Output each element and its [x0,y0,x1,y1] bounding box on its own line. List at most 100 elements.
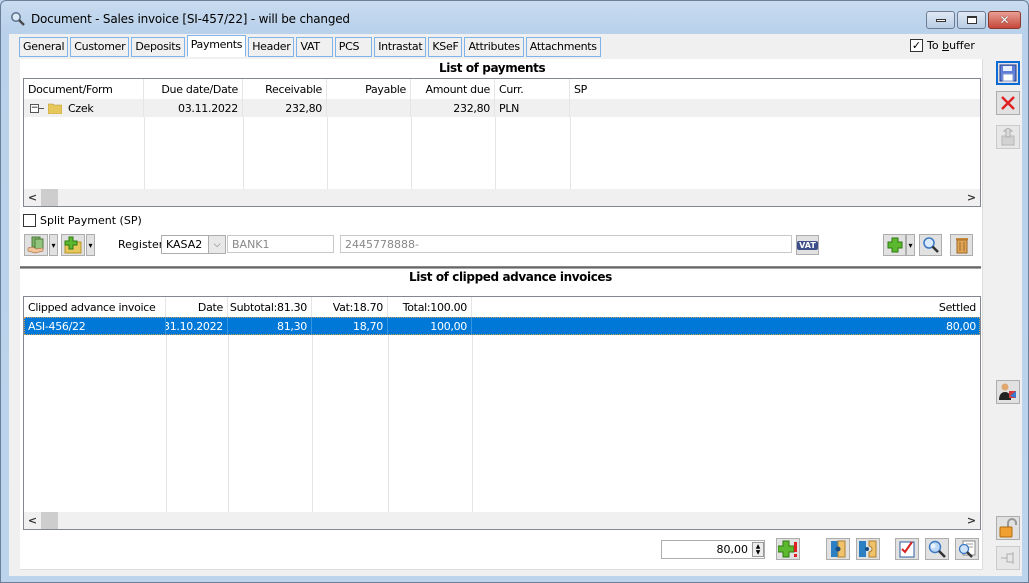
payment-row[interactable]: − Czek 03.11.2022 232,80 232,80 PLN [24,99,980,117]
preview-button[interactable] [919,234,942,256]
detach-document-icon [859,540,877,558]
payment-amount-due: 232,80 [411,99,495,117]
spinner-icon[interactable]: ▲ ▼ [752,542,764,557]
settle-amount-value: 80,00 [716,543,749,556]
save-icon [999,64,1017,82]
scroll-right-icon[interactable]: > [963,512,980,529]
tab-customer[interactable]: Customer [70,37,130,57]
plus-exclamation-icon [778,540,797,558]
col-currency[interactable]: Curr. [495,79,570,99]
cancel-button[interactable] [996,91,1020,115]
export-button[interactable] [996,125,1020,149]
col-sp[interactable]: SP [570,79,980,99]
col-due-date[interactable]: Due date/Date [144,79,243,99]
tab-ksef[interactable]: KSeF [428,37,463,57]
advance-vat: 18,70 [312,317,388,335]
to-buffer-label: To buffer [927,39,975,52]
payment-currency: PLN [495,99,570,117]
col-subtotal[interactable]: Subtotal:81.30 [228,297,312,317]
confirm-button[interactable] [895,538,919,560]
window-client: General Customer Deposits Payments Heade… [9,34,1022,576]
grid-empty-area [24,117,980,189]
attach-document-icon [831,540,846,558]
section-divider [20,266,981,269]
col-document-form[interactable]: Document/Form [24,79,144,99]
unclip-advance-button[interactable] [856,538,880,560]
pin-button[interactable] [996,546,1020,570]
vat-button[interactable]: VAT [796,235,819,255]
add-with-alert-button[interactable] [776,538,800,560]
tab-attributes[interactable]: Attributes [464,37,524,57]
tab-pcs[interactable]: PCS [334,37,373,57]
search-button[interactable] [925,538,949,560]
unlock-button[interactable] [996,516,1020,540]
payment-method-button[interactable] [24,234,48,256]
tab-attachments[interactable]: Attachments [525,37,601,57]
settle-amount-input[interactable]: 80,00 ▲ ▼ [661,540,765,559]
tab-general[interactable]: General [19,37,69,57]
account-number-field[interactable]: 2445778888- [340,235,792,253]
chevron-down-icon[interactable]: ⌵ [208,236,225,253]
bank-field[interactable]: BANK1 [227,235,334,253]
col-amount-due[interactable]: Amount due [411,79,495,99]
minimize-button[interactable] [926,11,955,29]
tab-vat[interactable]: VAT [296,37,333,57]
tab-payments[interactable]: Payments [186,35,247,57]
pin-icon [1001,552,1014,564]
scroll-left-icon[interactable]: < [24,512,41,529]
col-receivable[interactable]: Receivable [243,79,327,99]
window-title: Document - Sales invoice [SI-457/22] - w… [31,12,350,26]
advances-grid: Clipped advance invoice Date Subtotal:81… [23,296,981,530]
document-search-icon [958,540,976,558]
col-date[interactable]: Date [166,297,228,317]
double-magnifier-icon [928,540,946,558]
payments-header: Document/Form Due date/Date Receivable P… [24,79,980,99]
scroll-right-icon[interactable]: > [963,189,980,206]
add-payment-button[interactable] [61,234,85,256]
magnifier-icon [922,237,939,253]
delete-button[interactable] [950,234,973,256]
scroll-thumb[interactable] [41,189,58,206]
payments-hscrollbar[interactable]: < > [24,189,980,206]
col-clipped-advance-invoice[interactable]: Clipped advance invoice [24,297,166,317]
scroll-left-icon[interactable]: < [24,189,41,206]
register-select[interactable]: KASA2 ⌵ [161,235,226,254]
payment-method-dropdown[interactable]: ▾ [49,234,58,256]
split-payment-checkbox[interactable]: Split Payment (SP) [23,214,142,227]
payment-form: Czek [68,101,94,115]
scroll-thumb[interactable] [41,512,58,529]
col-payable[interactable]: Payable [327,79,411,99]
advance-subtotal: 81,30 [228,317,312,335]
advance-invoice: ASI-456/22 [24,317,166,335]
close-button[interactable]: ✕ [988,11,1021,29]
advance-row[interactable]: ASI-456/22 31.10.2022 81,30 18,70 100,00… [24,317,980,335]
checkbox-checked-icon: ✓ [910,39,923,52]
to-buffer-checkbox[interactable]: ✓ To buffer [910,39,975,52]
tab-header[interactable]: Header [248,37,295,57]
tree-line-icon [39,107,44,109]
advances-hscrollbar[interactable]: < > [24,512,980,529]
maximize-icon [966,16,977,24]
payment-form-cell: − Czek [24,99,144,117]
grid-empty-area [24,335,980,512]
add-button[interactable] [883,234,906,256]
tab-intrastat[interactable]: Intrastat [374,37,427,57]
contractor-button[interactable] [996,380,1020,404]
add-payment-dropdown[interactable]: ▾ [86,234,95,256]
register-label: Register [118,238,164,251]
advances-title: List of clipped advance invoices [409,270,612,284]
clip-advance-button[interactable] [826,538,850,560]
export-icon [1001,128,1015,146]
maximize-button[interactable] [957,11,986,29]
tab-deposits[interactable]: Deposits [131,37,185,57]
tree-collapse-icon[interactable]: − [30,103,39,113]
document-preview-button[interactable] [955,538,979,560]
title-bar: Document - Sales invoice [SI-457/22] - w… [1,1,1028,35]
document-window: Document - Sales invoice [SI-457/22] - w… [0,0,1029,583]
add-folder-icon [64,236,82,254]
col-total[interactable]: Total:100.00 [388,297,472,317]
save-button[interactable] [996,61,1020,85]
col-settled[interactable]: Settled [472,297,980,317]
add-dropdown[interactable]: ▾ [906,234,915,256]
col-vat[interactable]: Vat:18.70 [312,297,388,317]
